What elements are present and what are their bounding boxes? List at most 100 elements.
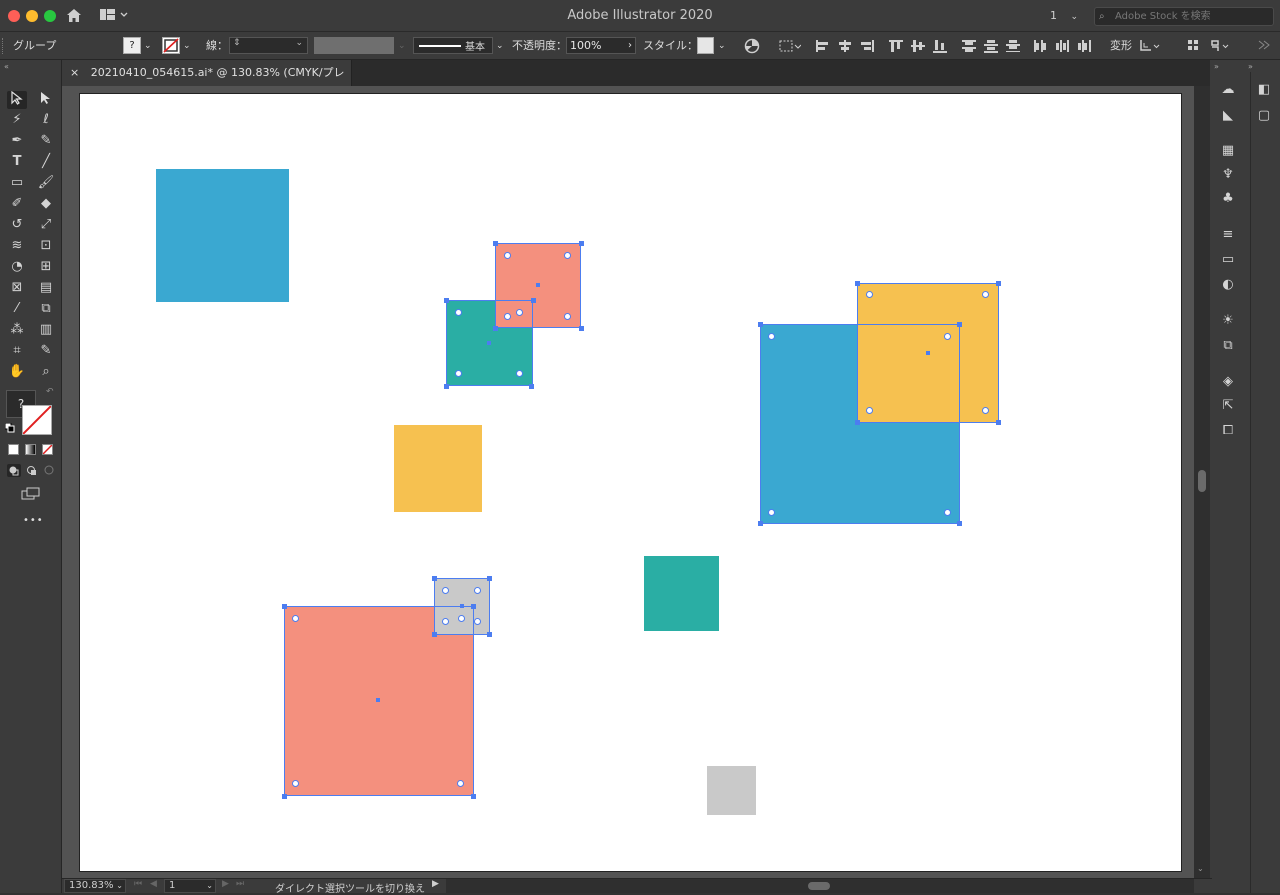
anchor-point[interactable] (957, 521, 962, 526)
live-corner-widget[interactable] (768, 509, 775, 516)
teal-square[interactable] (644, 556, 719, 631)
graphic-styles-panel-icon[interactable]: ⧉ (1219, 338, 1237, 354)
swatches-panel-icon[interactable]: ▦ (1219, 143, 1237, 159)
fill-swatch[interactable]: ? (123, 37, 141, 54)
live-corner-widget[interactable] (292, 615, 299, 622)
anchor-point[interactable] (579, 326, 584, 331)
distribute-left-icon[interactable] (1034, 40, 1048, 52)
magic-wand-tool-icon[interactable]: ⚡ (7, 111, 27, 129)
artboard-number-field[interactable]: 1 ⌄ (164, 879, 216, 893)
stroke-swatch[interactable] (162, 37, 180, 54)
workspace-selector[interactable]: 1 ⌄ (1050, 9, 1078, 24)
distribute-top-icon[interactable] (962, 40, 976, 52)
rotate-tool-icon[interactable]: ↺ (7, 216, 27, 234)
align-vertical-center-icon[interactable] (911, 40, 925, 52)
anchor-point[interactable] (444, 298, 449, 303)
stroke-color-box[interactable] (22, 405, 52, 435)
asset-export-panel-icon[interactable]: ⇱ (1219, 398, 1237, 414)
live-corner-widget[interactable] (504, 252, 511, 259)
appearance-panel-icon[interactable]: ☀ (1219, 313, 1237, 329)
select-similar-objects-icon[interactable] (1210, 38, 1232, 59)
live-corner-widget[interactable] (474, 618, 481, 625)
selection-tool-icon[interactable] (7, 90, 27, 109)
symbols-panel-icon[interactable]: ♣ (1219, 191, 1237, 207)
vertical-scroll-thumb[interactable] (1198, 470, 1206, 492)
align-left-icon[interactable] (816, 40, 830, 52)
eyedropper-tool-icon[interactable]: ⁄ (7, 300, 27, 318)
align-bottom-icon[interactable] (933, 40, 947, 53)
zoom-level-field[interactable]: 130.83% ⌄ (64, 879, 126, 893)
artboards-panel-icon[interactable]: ⧠ (1219, 423, 1237, 439)
brushes-panel-icon[interactable]: ♆ (1219, 167, 1237, 183)
edit-toolbar-button[interactable]: ••• (23, 515, 44, 526)
none-mode-button[interactable] (42, 444, 53, 455)
collapse-dock-icon[interactable]: » (1248, 62, 1253, 71)
column-graph-tool-icon[interactable]: ▥ (36, 321, 56, 339)
anchor-point[interactable] (282, 604, 287, 609)
gradient-tool-icon[interactable]: ▤ (36, 279, 56, 297)
transform-label[interactable]: 変形 (1110, 38, 1132, 54)
transform-reference-icon[interactable] (1138, 38, 1160, 59)
rectangle-tool-icon[interactable]: ▭ (7, 174, 27, 192)
anchor-point[interactable] (493, 326, 498, 331)
chevron-down-icon[interactable]: ⌄ (496, 38, 504, 54)
gradient-panel-icon[interactable]: ▭ (1219, 252, 1237, 268)
anchor-point[interactable] (531, 298, 536, 303)
live-corner-widget[interactable] (474, 587, 481, 594)
shaper-tool-icon[interactable]: ✐ (7, 195, 27, 213)
live-corner-widget[interactable] (866, 407, 873, 414)
width-tool-icon[interactable]: ≋ (7, 237, 27, 255)
anchor-point[interactable] (996, 281, 1001, 286)
perspective-grid-tool-icon[interactable]: ⊞ (36, 258, 56, 276)
anchor-point[interactable] (432, 632, 437, 637)
live-corner-widget[interactable] (982, 291, 989, 298)
paintbrush-tool-icon[interactable]: 🖌 (36, 174, 56, 192)
lasso-tool-icon[interactable]: ℓ (36, 111, 56, 129)
recolor-artwork-icon[interactable] (744, 38, 760, 59)
anchor-point[interactable] (487, 632, 492, 637)
chevron-down-icon[interactable]: ⌄ (206, 880, 213, 892)
swap-fill-stroke-icon[interactable]: ↶ (46, 387, 54, 397)
align-right-icon[interactable] (860, 40, 874, 52)
distribute-horizontal-center-icon[interactable] (1056, 40, 1070, 52)
live-corner-widget[interactable] (292, 780, 299, 787)
symbol-sprayer-tool-icon[interactable]: ⁂ (7, 321, 27, 339)
chevron-down-icon[interactable]: ⌄ (718, 38, 726, 54)
draw-normal-icon[interactable] (7, 464, 21, 477)
scale-tool-icon[interactable]: ⤢ (36, 216, 56, 234)
gray-square[interactable] (707, 766, 756, 815)
draw-behind-icon[interactable] (25, 464, 39, 477)
chevron-down-icon[interactable]: ⌄ (183, 38, 191, 54)
type-tool-icon[interactable]: T (7, 153, 27, 171)
align-to-selection-icon[interactable] (779, 38, 802, 59)
anchor-point[interactable] (444, 384, 449, 389)
distribute-vertical-center-icon[interactable] (984, 40, 998, 53)
anchor-point[interactable] (282, 794, 287, 799)
horizontal-scrollbar[interactable] (446, 879, 1194, 893)
live-corner-widget[interactable] (768, 333, 775, 340)
color-mode-button[interactable] (8, 444, 19, 455)
horizontal-scroll-thumb[interactable] (808, 882, 830, 890)
control-panel-menu-icon[interactable] (1257, 38, 1271, 57)
zoom-tool-icon[interactable]: ⌕ (36, 363, 56, 381)
distribute-right-icon[interactable] (1078, 40, 1092, 52)
chevron-right-icon[interactable]: › (628, 38, 632, 53)
yellow-square[interactable] (394, 425, 482, 512)
pen-tool-icon[interactable]: ✒ (7, 132, 27, 150)
anchor-point[interactable] (855, 420, 860, 425)
free-transform-tool-icon[interactable]: ⊡ (36, 237, 56, 255)
live-corner-widget[interactable] (458, 615, 465, 622)
stepper-icon[interactable]: ⇕ (233, 38, 241, 48)
anchor-point[interactable] (957, 322, 962, 327)
live-corner-widget[interactable] (442, 587, 449, 594)
chevron-down-icon[interactable]: ⌄ (295, 38, 303, 48)
artboard-tool-icon[interactable]: ⌗ (7, 342, 27, 360)
default-fill-stroke-icon[interactable] (4, 422, 15, 433)
live-corner-widget[interactable] (564, 252, 571, 259)
document-tab[interactable]: × 20210410_054615.ai* @ 130.83% (CMYK/プレ… (62, 60, 352, 105)
blend-tool-icon[interactable]: ⧉ (36, 300, 56, 318)
live-corner-widget[interactable] (442, 618, 449, 625)
anchor-point[interactable] (493, 241, 498, 246)
live-corner-widget[interactable] (455, 309, 462, 316)
live-corner-widget[interactable] (516, 309, 523, 316)
